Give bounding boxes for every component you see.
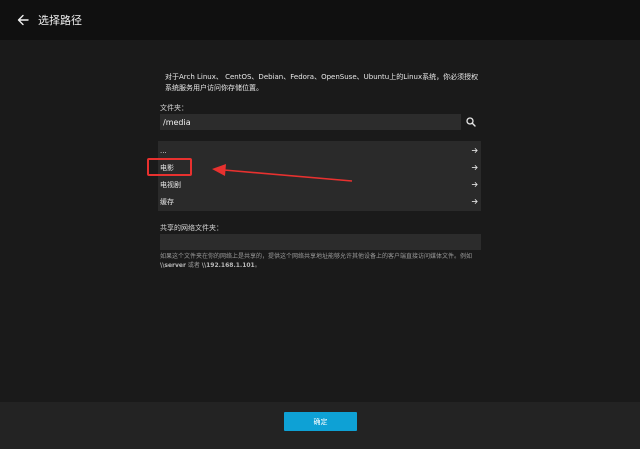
footer-bar: 确定 bbox=[0, 402, 640, 449]
share-help-example-ip: \\192.168.1.101 bbox=[201, 262, 255, 269]
folder-label: 文件夹： bbox=[160, 104, 188, 112]
description-text: 对于Arch Linux、 CentOS、Debian、Fedora、OpenS… bbox=[165, 73, 479, 92]
ok-button[interactable]: 确定 bbox=[284, 412, 357, 431]
share-help-text: 如果这个文件夹在你的网络上是共享的，提供这个网络共享地址能够允许其他设备上的客户… bbox=[160, 252, 482, 270]
content-area: 对于Arch Linux、 CentOS、Debian、Fedora、OpenS… bbox=[0, 40, 640, 402]
share-help-example-server: \\server bbox=[160, 262, 186, 269]
search-icon[interactable] bbox=[464, 115, 478, 129]
page-title: 选择路径 bbox=[38, 14, 82, 27]
list-item-cache[interactable]: 缓存 bbox=[158, 193, 481, 210]
arrow-right-icon bbox=[471, 198, 478, 205]
arrow-left-icon[interactable] bbox=[12, 9, 34, 31]
arrow-right-icon bbox=[471, 147, 478, 154]
list-item-tv[interactable]: 电视剧 bbox=[158, 176, 481, 193]
list-item-label: 缓存 bbox=[160, 197, 174, 206]
share-path-input[interactable] bbox=[160, 234, 481, 250]
share-label: 共享的网络文件夹： bbox=[160, 224, 223, 232]
folder-list: ... 电影 电视剧 缓存 bbox=[158, 141, 481, 211]
arrow-right-icon bbox=[471, 164, 478, 171]
share-help-or: 或者 bbox=[185, 262, 202, 269]
list-item-movies[interactable]: 电影 bbox=[158, 159, 481, 176]
header-bar: 选择路径 bbox=[0, 0, 640, 40]
share-help-suffix: 。 bbox=[254, 262, 261, 269]
folder-path-input[interactable] bbox=[160, 114, 461, 130]
share-help-prefix: 如果这个文件夹在你的网络上是共享的，提供这个网络共享地址能够允许其他设备上的客户… bbox=[160, 253, 473, 260]
list-item-label: 电视剧 bbox=[160, 180, 181, 189]
list-item-parent[interactable]: ... bbox=[158, 142, 481, 159]
annotation-highlight-box bbox=[147, 158, 192, 176]
dialog-window: 选择路径 对于Arch Linux、 CentOS、Debian、Fedora、… bbox=[0, 0, 640, 449]
list-item-label: ... bbox=[160, 146, 167, 155]
arrow-right-icon bbox=[471, 181, 478, 188]
